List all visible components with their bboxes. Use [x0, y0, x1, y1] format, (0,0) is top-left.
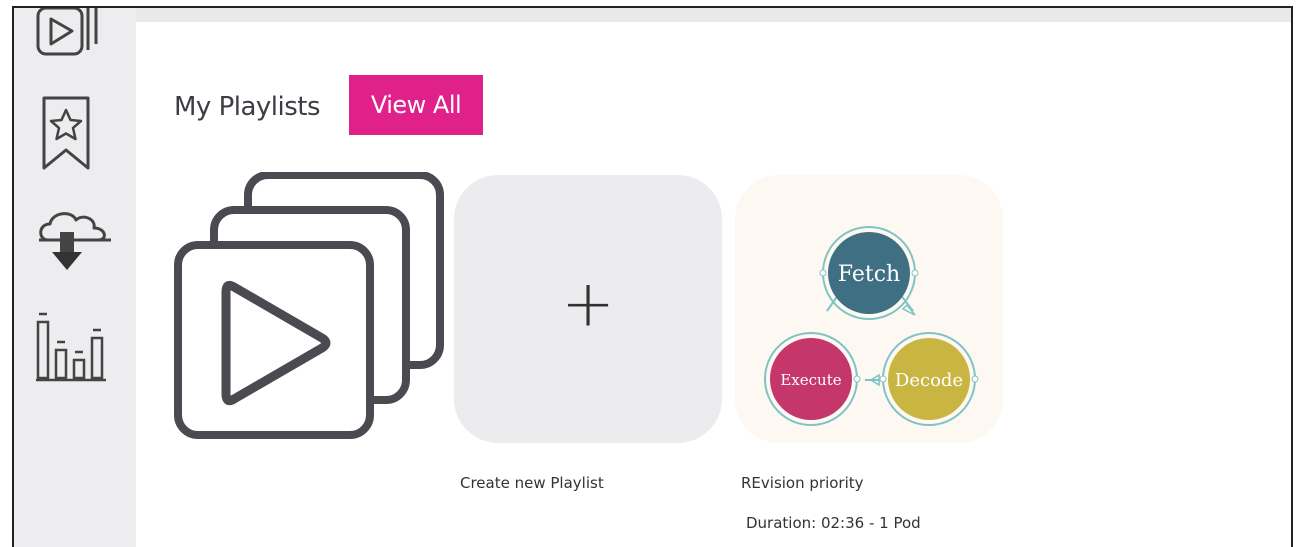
playlists-section: My Playlists View All + Create new Playl… [136, 22, 1291, 547]
playlist-title[interactable]: REvision priority [741, 474, 864, 492]
create-playlist-label: Create new Playlist [460, 474, 604, 492]
sidebar-item-playlists[interactable] [36, 8, 116, 64]
section-title: My Playlists [174, 92, 321, 122]
playlists-illustration [174, 171, 446, 449]
top-bar [136, 8, 1291, 22]
cloud-download-icon [39, 212, 111, 270]
thumbnail-label-decode: Decode [895, 370, 963, 391]
bar-chart-icon [36, 312, 106, 382]
view-all-button[interactable]: View All [349, 75, 483, 135]
playlist-duration: Duration: 02:36 - 1 Pod [746, 514, 921, 532]
playlist-thumbnail: Fetch Execute Decode [764, 226, 979, 426]
create-playlist-tile[interactable]: + [454, 175, 722, 443]
sidebar [14, 8, 136, 547]
thumbnail-label-fetch: Fetch [838, 262, 900, 287]
playlist-card[interactable]: Fetch Execute Decode [735, 175, 1003, 443]
sidebar-item-statistics[interactable] [36, 310, 116, 382]
plus-icon: + [561, 267, 615, 342]
playlist-icon [36, 8, 98, 56]
sidebar-item-downloads[interactable] [36, 208, 116, 278]
stacked-playlist-icon [174, 171, 444, 439]
sidebar-item-favourites[interactable] [36, 96, 116, 172]
thumbnail-label-execute: Execute [780, 371, 841, 389]
bookmark-star-icon [42, 96, 90, 170]
app-window: My Playlists View All + Create new Playl… [12, 6, 1293, 547]
